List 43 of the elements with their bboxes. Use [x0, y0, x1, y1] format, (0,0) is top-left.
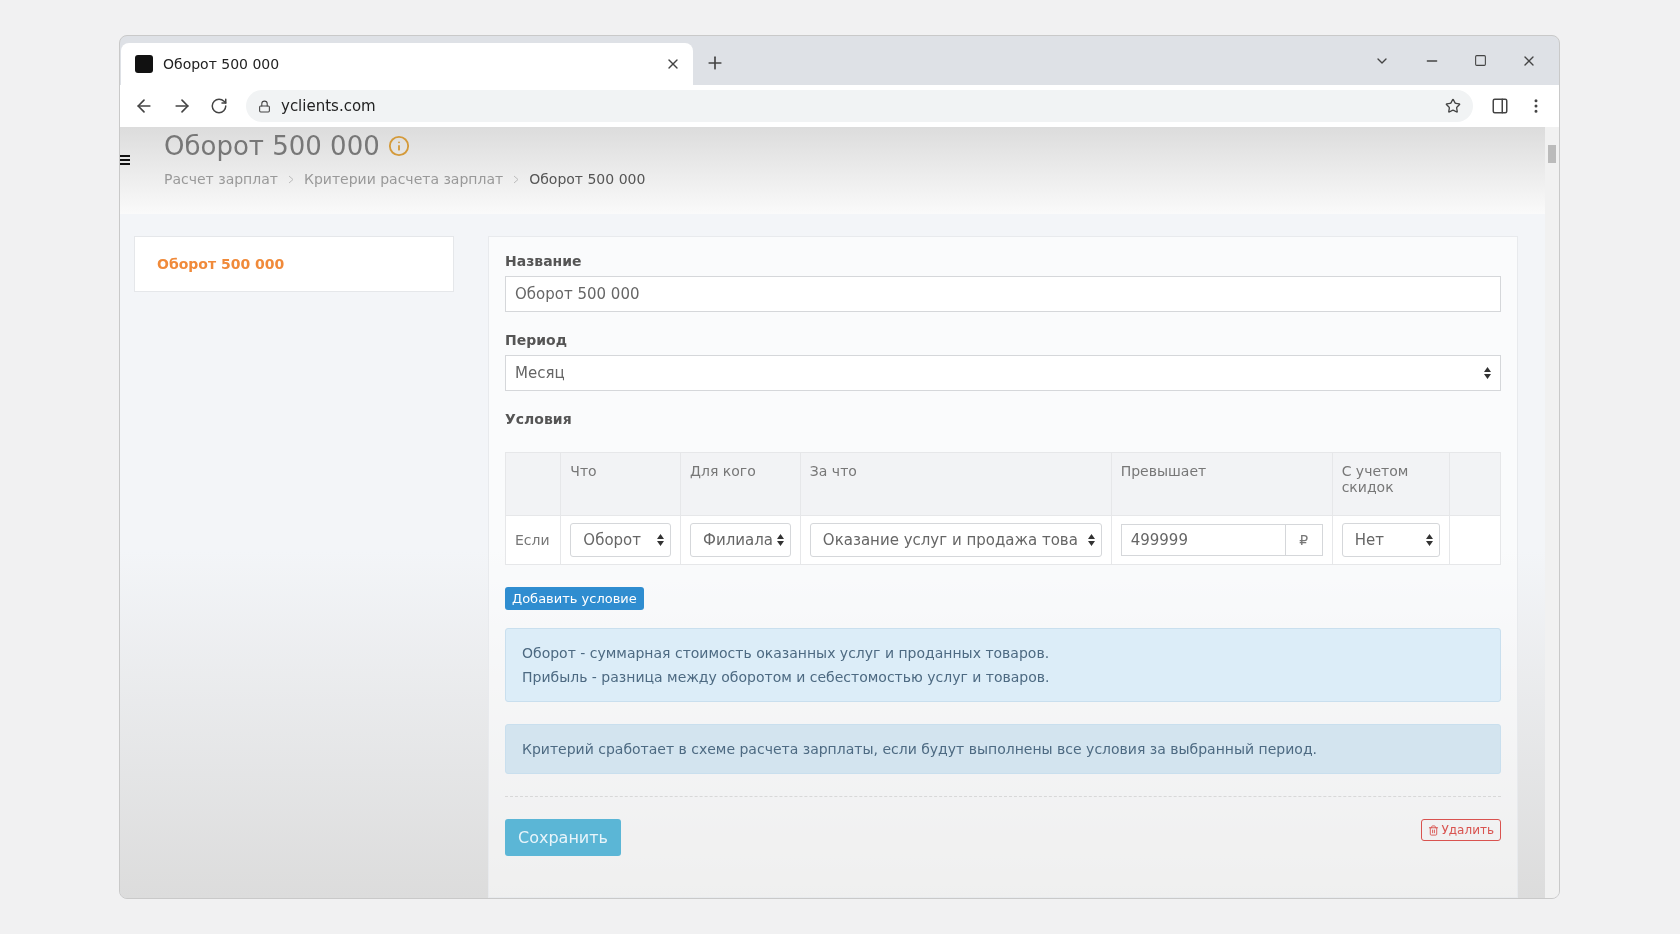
column-header: Превышает [1111, 452, 1333, 516]
column-header: С учетом скидок [1332, 452, 1450, 516]
up-down-arrows-icon [657, 534, 665, 546]
info-text: Оборот - суммарная стоимость оказанных услуг и проданных товаров. [522, 645, 1051, 661]
info-text: Прибыль - разница между оборотом и себестомостью услуг и товаров. [522, 669, 1051, 685]
chevron-right-icon [513, 174, 520, 184]
scrollbar-thumb[interactable] [1548, 145, 1556, 163]
up-down-arrows-icon [1426, 534, 1434, 546]
page-title: Оборот 500 000 [164, 131, 380, 161]
browser-tab[interactable]: Оборот 500 000 [121, 43, 693, 85]
discounts-select[interactable]: Нет [1341, 523, 1441, 557]
field-label: Период [505, 332, 568, 348]
column-header: Что [560, 452, 681, 516]
tab-title: Оборот 500 000 [163, 56, 281, 72]
up-down-arrows-icon [776, 534, 784, 546]
star-icon[interactable] [1445, 98, 1461, 114]
side-panel-icon[interactable] [1491, 97, 1509, 115]
for-whom-select[interactable]: Филиала [690, 523, 791, 557]
scrollbar[interactable] [1545, 127, 1559, 898]
table-cell: Если [505, 515, 561, 565]
add-condition-button[interactable]: Добавить условие [505, 587, 644, 610]
address-bar[interactable]: yclients.com [246, 90, 1473, 122]
maximize-icon[interactable] [1474, 54, 1487, 67]
period-select[interactable]: Месяц [505, 355, 1501, 391]
up-down-arrows-icon [1484, 367, 1491, 379]
lock-icon [258, 99, 271, 113]
chevron-right-icon [287, 174, 294, 184]
trash-icon [1427, 824, 1439, 836]
up-down-arrows-icon [1087, 534, 1095, 546]
favicon-icon [135, 55, 153, 73]
name-input-field[interactable]: Оборот 500 000 [505, 276, 1501, 312]
column-header: Для кого [680, 452, 801, 516]
delete-button[interactable]: Удалить [1420, 819, 1501, 841]
column-header: За что [800, 452, 1112, 516]
amount-input-field[interactable]: 499999 [1120, 524, 1286, 556]
menu-icon[interactable] [120, 155, 130, 165]
what-select[interactable]: Оборот [570, 523, 672, 557]
for-what-select[interactable]: Оказание услуг и продажа това [809, 523, 1102, 557]
field-label: Название [505, 253, 583, 269]
currency-addon: ₽ [1285, 524, 1323, 556]
note-text: Критерий сработает в схеме расчета зарплаты, если будут выполнены все условия за выбранный период. [522, 741, 1319, 757]
reload-icon[interactable] [210, 97, 228, 115]
section-label: Условия [505, 411, 573, 427]
